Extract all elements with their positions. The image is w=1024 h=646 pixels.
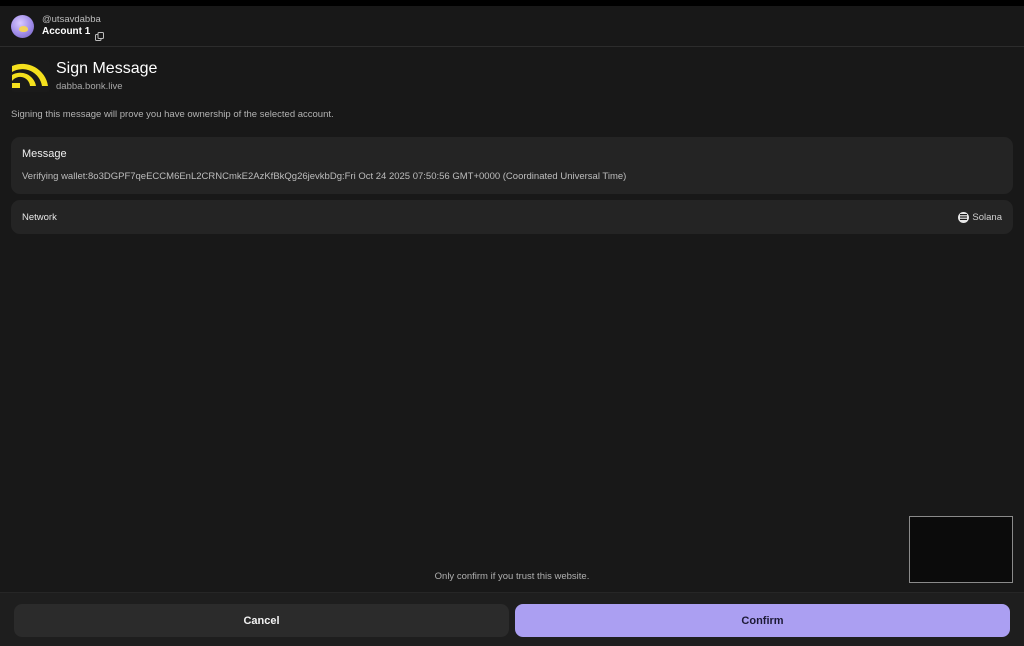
page-title: Sign Message <box>56 60 158 77</box>
action-footer: Cancel Confirm <box>0 592 1024 646</box>
dapp-domain: dabba.bonk.live <box>56 81 123 92</box>
dapp-info: Sign Message dabba.bonk.live <box>11 59 157 92</box>
account-username: @utsavdabba <box>42 14 101 25</box>
account-avatar[interactable] <box>11 14 34 38</box>
message-text: Verifying wallet:8o3DGPF7qeECCM6EnL2CRNC… <box>22 171 627 182</box>
confirm-button[interactable]: Confirm <box>515 604 1010 637</box>
account-header: @utsavdabba Account 1 <box>0 6 1024 47</box>
cancel-button[interactable]: Cancel <box>14 604 509 637</box>
account-info: @utsavdabba Account 1 <box>42 14 105 41</box>
sign-description: Signing this message will prove you have… <box>11 109 334 120</box>
network-card: Network Solana <box>11 200 1013 234</box>
dapp-text: Sign Message dabba.bonk.live <box>56 59 157 92</box>
network-label: Network <box>22 211 57 223</box>
account-name-row: Account 1 <box>42 26 105 41</box>
account-name: Account 1 <box>42 26 91 37</box>
network-value: Solana <box>958 211 1002 223</box>
dapp-logo-icon <box>11 59 50 92</box>
message-card: Message Verifying wallet:8o3DGPF7qeECCM6… <box>11 137 1013 194</box>
trust-note: Only confirm if you trust this website. <box>434 571 590 582</box>
network-name: Solana <box>972 211 1002 223</box>
message-label: Message <box>22 148 67 160</box>
solana-icon <box>958 211 970 223</box>
copy-icon[interactable] <box>95 28 105 41</box>
